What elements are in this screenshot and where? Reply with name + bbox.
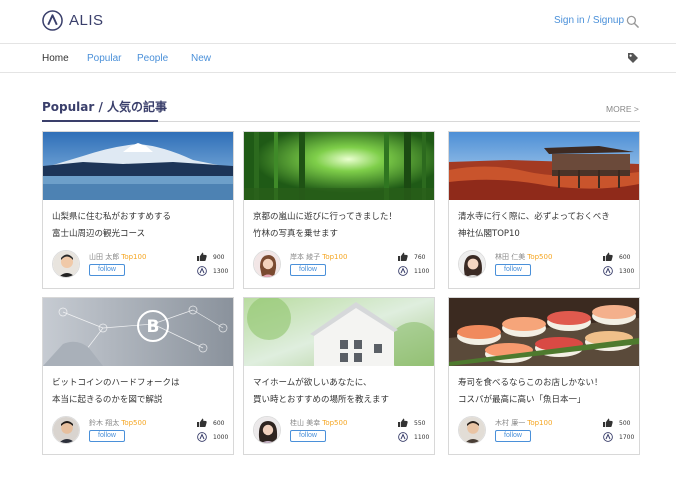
article-card[interactable]: 清水寺に行く際に、必ずよっておくべき 神社仏閣TOP10 林田 仁美 Top500… xyxy=(448,131,640,289)
follow-button[interactable]: follow xyxy=(89,264,125,276)
token-count: 1100 xyxy=(414,434,430,441)
avatar[interactable] xyxy=(253,416,281,444)
section-title: Popular / 人気の記事 xyxy=(42,100,168,114)
follow-button[interactable]: follow xyxy=(495,430,531,442)
bamboo-forest-image[interactable] xyxy=(244,132,434,200)
thumbs-up-icon[interactable] xyxy=(398,418,408,427)
article-title-line: 富士山周辺の観光コース xyxy=(52,229,146,239)
article-title-line: 竹林の写真を乗せます xyxy=(253,229,339,239)
avatar[interactable] xyxy=(52,250,80,278)
like-count: 600 xyxy=(619,254,631,261)
avatar[interactable] xyxy=(253,250,281,278)
like-count: 500 xyxy=(619,420,631,427)
author-name[interactable]: 山田 太郎 xyxy=(89,253,119,261)
article-title-line: コスパが最高に高い「魚日本一」 xyxy=(458,395,586,405)
alis-logo[interactable]: ALIS xyxy=(42,10,104,31)
alis-token-icon xyxy=(398,432,408,442)
like-count: 550 xyxy=(414,420,426,427)
signin-signup-link[interactable]: Sign in / Signup xyxy=(554,15,624,26)
sushi-image[interactable] xyxy=(449,298,639,366)
tag-icon[interactable] xyxy=(627,52,639,64)
article-title-line: 本当に起きるのかを図で解説 xyxy=(52,395,163,405)
search-icon[interactable] xyxy=(626,15,639,28)
article-card[interactable]: 京都の嵐山に遊びに行ってきました！ 竹林の写真を乗せます 岸本 綾子 Top100… xyxy=(243,131,435,289)
alis-token-icon xyxy=(603,266,613,276)
follow-button[interactable]: follow xyxy=(290,430,326,442)
article-title-line: 買い時とおすすめの場所を教えます xyxy=(253,395,390,405)
article-card[interactable]: 寿司を食べるならこのお店しかない！ コスパが最高に高い「魚日本一」 木村 廉一 T… xyxy=(448,297,640,455)
rank-badge: Top500 xyxy=(527,253,553,261)
token-count: 1300 xyxy=(619,268,635,275)
like-count: 760 xyxy=(414,254,426,261)
alis-logo-icon xyxy=(42,10,63,31)
article-title-line: 寿司を食べるならこのお店しかない！ xyxy=(458,378,603,388)
follow-button[interactable]: follow xyxy=(89,430,125,442)
article-title-line: 神社仏閣TOP10 xyxy=(458,229,520,239)
nav-item-popular[interactable]: Popular xyxy=(87,53,121,64)
like-count: 900 xyxy=(213,254,225,261)
category-nav: Home Popular People New xyxy=(0,44,676,73)
token-count: 1300 xyxy=(213,268,229,275)
avatar[interactable] xyxy=(458,250,486,278)
author-name[interactable]: 岸本 綾子 xyxy=(290,253,320,261)
rank-badge: Top100 xyxy=(322,253,348,261)
author-name[interactable]: 林田 仁美 xyxy=(495,253,525,261)
avatar[interactable] xyxy=(52,416,80,444)
article-title-line: 京都の嵐山に遊びに行ってきました！ xyxy=(253,212,397,222)
thumbs-up-icon[interactable] xyxy=(197,252,207,261)
token-count: 1700 xyxy=(619,434,635,441)
article-title-line: ビットコインのハードフォークは xyxy=(52,378,180,388)
temple-autumn-image[interactable] xyxy=(449,132,639,200)
section-title-underline xyxy=(42,120,158,122)
article-card[interactable]: 山梨県に住む私がおすすめする 富士山周辺の観光コース 山田 太郎 Top100 f… xyxy=(42,131,234,289)
nav-item-people[interactable]: People xyxy=(137,53,168,64)
article-title-line: 清水寺に行く際に、必ずよっておくべき xyxy=(458,212,610,222)
article-card[interactable]: B ビットコインのハードフォークは 本当に起きるのかを図で解説 鈴木 翔太 Top… xyxy=(42,297,234,455)
rank-badge: Top500 xyxy=(322,419,348,427)
token-count: 1100 xyxy=(414,268,430,275)
author-name[interactable]: 木村 廉一 xyxy=(495,419,525,427)
house-model-image[interactable] xyxy=(244,298,434,366)
article-card[interactable]: マイホームが欲しいあなたに、 買い時とおすすめの場所を教えます 桂山 美幸 Top… xyxy=(243,297,435,455)
alis-token-icon xyxy=(197,266,207,276)
rank-badge: Top100 xyxy=(121,253,147,261)
logo-text: ALIS xyxy=(69,12,104,29)
alis-token-icon xyxy=(197,432,207,442)
thumbs-up-icon[interactable] xyxy=(603,252,613,261)
mountain-lake-image[interactable] xyxy=(43,132,233,200)
alis-token-icon xyxy=(398,266,408,276)
rank-badge: Top500 xyxy=(121,419,147,427)
bitcoin-network-image[interactable]: B xyxy=(43,298,233,366)
nav-item-new[interactable]: New xyxy=(191,53,211,64)
author-name[interactable]: 鈴木 翔太 xyxy=(89,419,119,427)
author-name[interactable]: 桂山 美幸 xyxy=(290,419,320,427)
svg-text:B: B xyxy=(147,317,160,337)
follow-button[interactable]: follow xyxy=(290,264,326,276)
nav-item-home[interactable]: Home xyxy=(42,53,69,64)
thumbs-up-icon[interactable] xyxy=(398,252,408,261)
more-link[interactable]: MORE > xyxy=(606,104,639,114)
avatar[interactable] xyxy=(458,416,486,444)
thumbs-up-icon[interactable] xyxy=(197,418,207,427)
follow-button[interactable]: follow xyxy=(495,264,531,276)
article-title-line: 山梨県に住む私がおすすめする xyxy=(52,212,172,222)
top-header: ALIS Sign in / Signup xyxy=(0,0,676,44)
thumbs-up-icon[interactable] xyxy=(603,418,613,427)
rank-badge: Top100 xyxy=(527,419,553,427)
article-title-line: マイホームが欲しいあなたに、 xyxy=(253,378,372,388)
token-count: 1000 xyxy=(213,434,229,441)
alis-token-icon xyxy=(603,432,613,442)
like-count: 600 xyxy=(213,420,225,427)
